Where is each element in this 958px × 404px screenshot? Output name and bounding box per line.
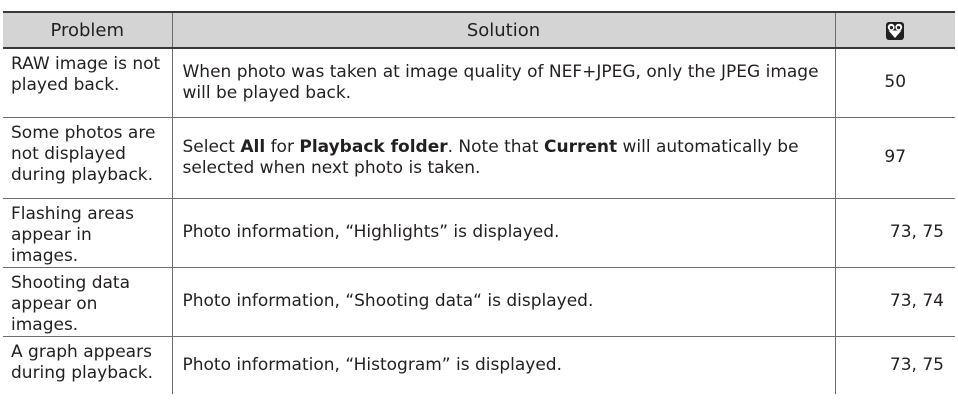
- table-row: RAW image is not played back. When photo …: [3, 48, 955, 117]
- solution-text: . Note that: [447, 136, 544, 157]
- table-row: A graph appears during playback. Photo in…: [3, 336, 955, 394]
- page-reference-cell: 73, 75: [834, 336, 955, 394]
- solution-cell: Photo information, “Shooting data“ is di…: [171, 267, 836, 336]
- page-reference-cell: 97: [834, 117, 955, 198]
- solution-emphasis: Current: [544, 136, 618, 157]
- solution-text: Photo information, “Histogram” is displa…: [182, 354, 563, 375]
- table-header-row: Problem Solution: [3, 12, 955, 48]
- page-reference-cell: 73, 75: [834, 198, 955, 267]
- solution-cell: Photo information, “Histogram” is displa…: [171, 336, 836, 394]
- problem-column-header: Problem: [3, 12, 173, 48]
- solution-text: When photo was taken at image quality of…: [182, 61, 819, 103]
- solution-column-header: Solution: [171, 12, 836, 48]
- table-row: Some photos are not displayed during pla…: [3, 117, 955, 198]
- problem-cell: RAW image is not played back.: [3, 48, 173, 117]
- troubleshooting-table: Problem Solution RAW image is not played…: [3, 11, 955, 394]
- solution-emphasis: Playback folder: [299, 136, 448, 157]
- problem-cell: Some photos are not displayed during pla…: [3, 117, 173, 198]
- table-row: Flashing areas appear in images. Photo in…: [3, 198, 955, 267]
- table-row: Shooting data appear on images. Photo inf…: [3, 267, 955, 336]
- solution-emphasis: All: [240, 136, 266, 157]
- solution-text: Select: [182, 136, 241, 157]
- solution-cell: When photo was taken at image quality of…: [171, 48, 836, 117]
- page-reference-cell: 50: [834, 48, 955, 117]
- solution-text: for: [265, 136, 300, 157]
- page-column-header: [834, 12, 955, 48]
- solution-text: Photo information, “Shooting data“ is di…: [182, 291, 594, 311]
- problem-cell: A graph appears during playback.: [3, 336, 173, 394]
- solution-cell: Select All for Playback folder. Note tha…: [171, 117, 836, 198]
- page-reference-cell: 73, 74: [834, 267, 955, 336]
- solution-cell: Photo information, “Highlights” is displ…: [171, 198, 836, 267]
- problem-cell: Shooting data appear on images.: [3, 267, 173, 336]
- page-reference-icon: [885, 21, 905, 41]
- problem-cell: Flashing areas appear in images.: [3, 198, 173, 267]
- solution-text: Photo information, “Highlights” is displ…: [182, 222, 560, 242]
